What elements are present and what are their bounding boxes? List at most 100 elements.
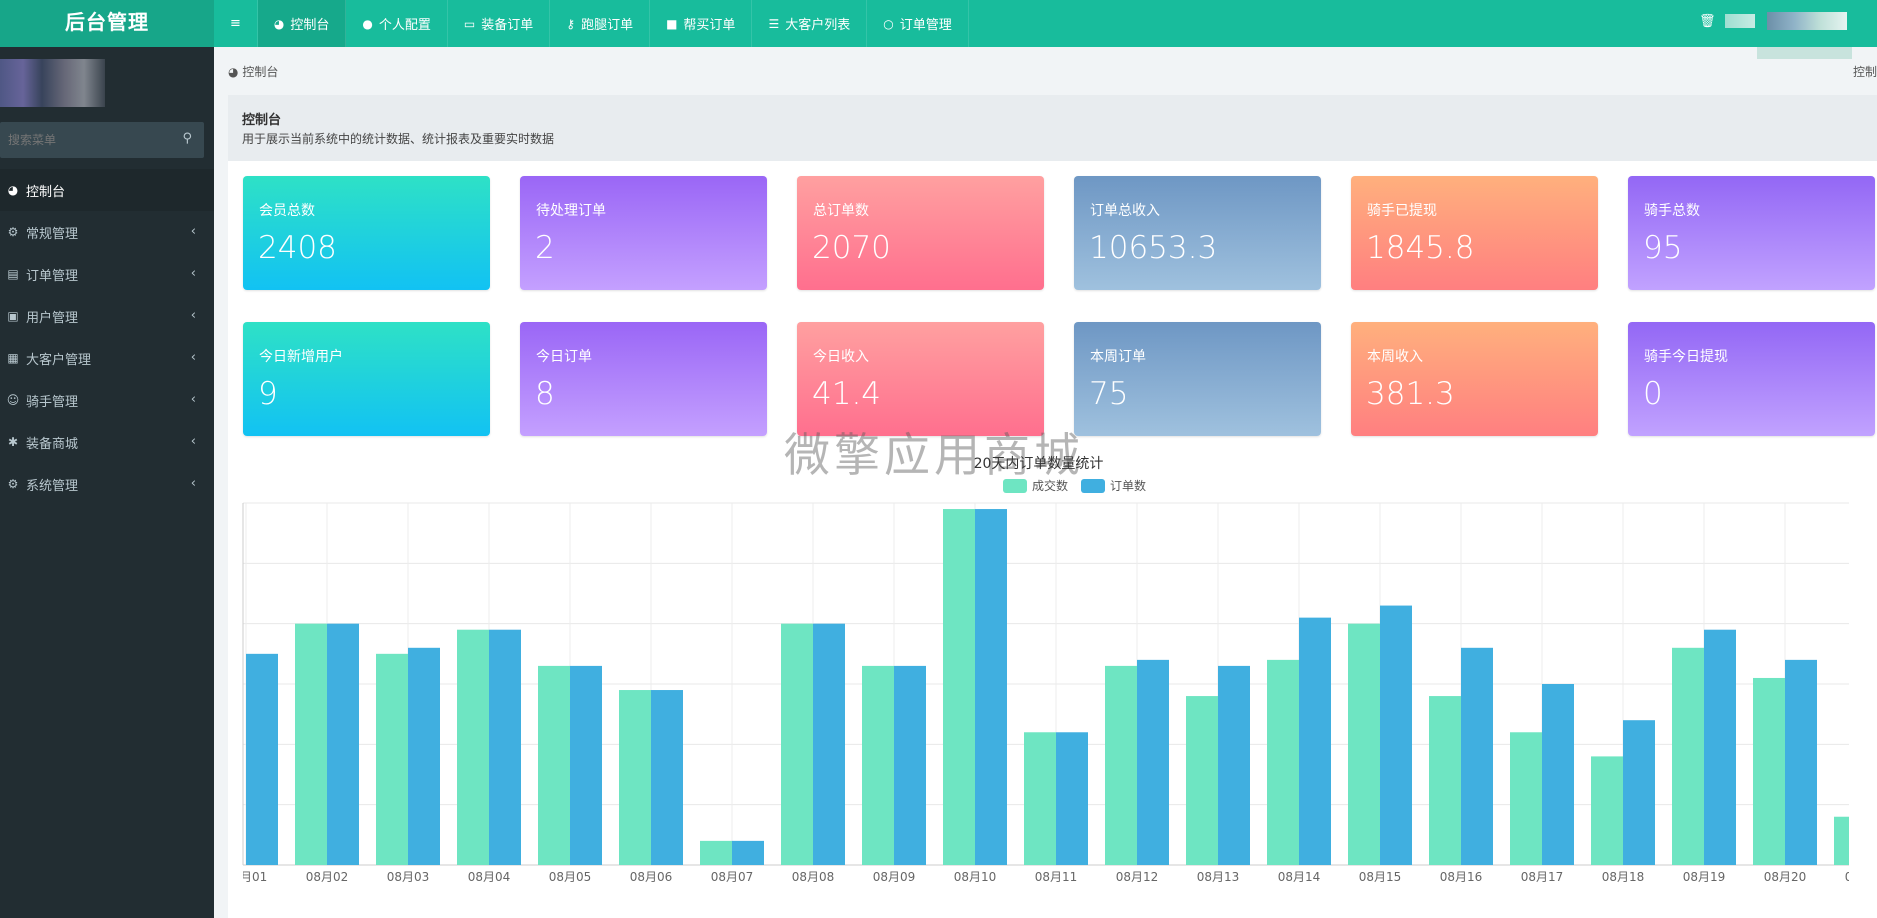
chart-bar[interactable]: [651, 690, 683, 865]
sidebar-item[interactable]: ▣ 用户管理 ‹: [0, 295, 214, 337]
stat-value: 2: [535, 230, 555, 266]
bug-icon: ✱: [7, 435, 19, 449]
chart-bar[interactable]: [489, 629, 521, 865]
stat-value: 10653.3: [1089, 230, 1218, 266]
breadcrumb-label[interactable]: 控制台: [242, 65, 278, 79]
sidebar-item[interactable]: ▤ 订单管理 ‹: [0, 253, 214, 295]
chart-bar[interactable]: [700, 840, 732, 865]
stat-card[interactable]: 骑手总数 95: [1628, 176, 1875, 290]
chart-bar[interactable]: [1218, 665, 1250, 865]
chart-bar[interactable]: [1380, 605, 1412, 865]
top-nav-label: 帮买订单: [683, 18, 736, 33]
chart-bar[interactable]: [1024, 732, 1056, 865]
chart-bar[interactable]: [1753, 677, 1785, 865]
chart-bar[interactable]: [943, 509, 975, 865]
chart-bar[interactable]: [1834, 816, 1866, 865]
chart-bar[interactable]: [1429, 696, 1461, 865]
top-nav-item[interactable]: ⚷ 跑腿订单: [550, 0, 651, 47]
user-avatar[interactable]: [1767, 12, 1847, 30]
blurred-info: [1725, 14, 1755, 28]
chart-bar[interactable]: [327, 623, 359, 865]
search-input[interactable]: [0, 122, 170, 158]
x-tick-label: 08月13: [1197, 870, 1240, 884]
top-bar: 后台管理 ≡ ◕ 控制台 ● 个人配置 ▭ 装备订单 ⚷ 跑腿订单 ■ 帮买订单 ☰ 大客户列表 ○ 订单管…: [0, 0, 1877, 59]
stat-card[interactable]: 本周收入 381.3: [1351, 322, 1598, 436]
stat-card[interactable]: 骑手已提现 1845.8: [1351, 176, 1598, 290]
top-nav-item[interactable]: ▭ 装备订单: [448, 0, 551, 47]
top-nav-item[interactable]: ◕ 控制台: [257, 0, 347, 47]
chart-bar[interactable]: [408, 647, 440, 865]
chart-bar[interactable]: [1672, 647, 1704, 865]
bag-icon: ■: [666, 16, 678, 31]
stat-card[interactable]: 今日订单 8: [520, 322, 767, 436]
chart-bar[interactable]: [813, 623, 845, 865]
sidebar-item[interactable]: ◕ 控制台: [0, 169, 214, 211]
top-nav-item[interactable]: ○ 订单管理: [867, 0, 969, 47]
stat-card[interactable]: 总订单数 2070: [797, 176, 1044, 290]
chart-bar[interactable]: [538, 665, 570, 865]
x-tick-label: 08月10: [954, 870, 997, 884]
stat-value: 8: [535, 376, 555, 412]
chart-bar[interactable]: [975, 509, 1007, 865]
top-nav-label: 订单管理: [899, 18, 952, 33]
chart-bar[interactable]: [1785, 659, 1817, 865]
menu-toggle-icon[interactable]: ≡: [214, 0, 258, 47]
chart-bar[interactable]: [1299, 617, 1331, 865]
chart-bar[interactable]: [457, 629, 489, 865]
stat-card[interactable]: 骑手今日提现 0: [1628, 322, 1875, 436]
chart-bar[interactable]: [1137, 659, 1169, 865]
chart-bar[interactable]: [1623, 720, 1655, 865]
sidebar-item[interactable]: ⚙ 系统管理 ‹: [0, 463, 214, 505]
chart-bar[interactable]: [376, 653, 408, 865]
stat-card[interactable]: 会员总数 2408: [243, 176, 490, 290]
chart-bar[interactable]: [1510, 732, 1542, 865]
chart-bar[interactable]: [1866, 787, 1877, 865]
top-nav-item[interactable]: ■ 帮买订单: [650, 0, 753, 47]
sidebar-item[interactable]: ⚙ 常规管理 ‹: [0, 211, 214, 253]
stat-card[interactable]: 订单总收入 10653.3: [1074, 176, 1321, 290]
search-icon[interactable]: ⚲: [182, 131, 192, 146]
chart-bar[interactable]: [1542, 684, 1574, 865]
stat-label: 骑手已提现: [1367, 203, 1437, 219]
trash-icon[interactable]: 🗑: [1699, 14, 1716, 29]
stat-card[interactable]: 本周订单 75: [1074, 322, 1321, 436]
chevron-left-icon: ‹: [190, 392, 196, 407]
stat-label: 待处理订单: [536, 203, 606, 219]
app-title[interactable]: 后台管理: [0, 0, 214, 47]
chart-bar[interactable]: [295, 623, 327, 865]
top-nav-item[interactable]: ● 个人配置: [346, 0, 448, 47]
stat-card[interactable]: 待处理订单 2: [520, 176, 767, 290]
chart-bar[interactable]: [1461, 647, 1493, 865]
chart-bar[interactable]: [1704, 629, 1736, 865]
sidebar-item[interactable]: ▦ 大客户管理 ‹: [0, 337, 214, 379]
chart-bar[interactable]: [862, 665, 894, 865]
chart-bar[interactable]: [781, 623, 813, 865]
chart-bar[interactable]: [1056, 732, 1088, 865]
legend-swatch: [1003, 479, 1027, 493]
stat-card[interactable]: 今日新增用户 9: [243, 322, 490, 436]
chart-bar[interactable]: [1348, 623, 1380, 865]
top-nav-item[interactable]: ☰ 大客户列表: [752, 0, 868, 47]
rider-icon: ☺: [6, 393, 20, 407]
chart-bar[interactable]: [246, 653, 278, 865]
legend-label: 成交数: [1032, 478, 1068, 493]
stat-value: 2070: [812, 230, 891, 266]
chart-bar[interactable]: [894, 665, 926, 865]
stat-label: 总订单数: [813, 203, 869, 219]
main-content: ◕ 控制台 控制 控制台 用于展示当前系统中的统计数据、统计报表及重要实时数据 …: [214, 47, 1877, 918]
chart-bar[interactable]: [619, 690, 651, 865]
x-tick-label: 08月11: [1035, 870, 1078, 884]
dashboard-icon: ◕: [7, 183, 19, 197]
chart-bar[interactable]: [1186, 696, 1218, 865]
sidebar-item-label: 用户管理: [26, 310, 79, 326]
chart-bar[interactable]: [732, 840, 764, 865]
sidebar-item[interactable]: ☺ 骑手管理 ‹: [0, 379, 214, 421]
chart-bar[interactable]: [1105, 665, 1137, 865]
chart-bar[interactable]: [570, 665, 602, 865]
chart-bar[interactable]: [1267, 659, 1299, 865]
chart-bar[interactable]: [1591, 756, 1623, 865]
sidebar-item[interactable]: ✱ 装备商城 ‹: [0, 421, 214, 463]
chevron-left-icon: ‹: [190, 266, 196, 281]
dashboard-icon: ◕: [228, 65, 239, 79]
user-icon: ●: [362, 16, 373, 31]
